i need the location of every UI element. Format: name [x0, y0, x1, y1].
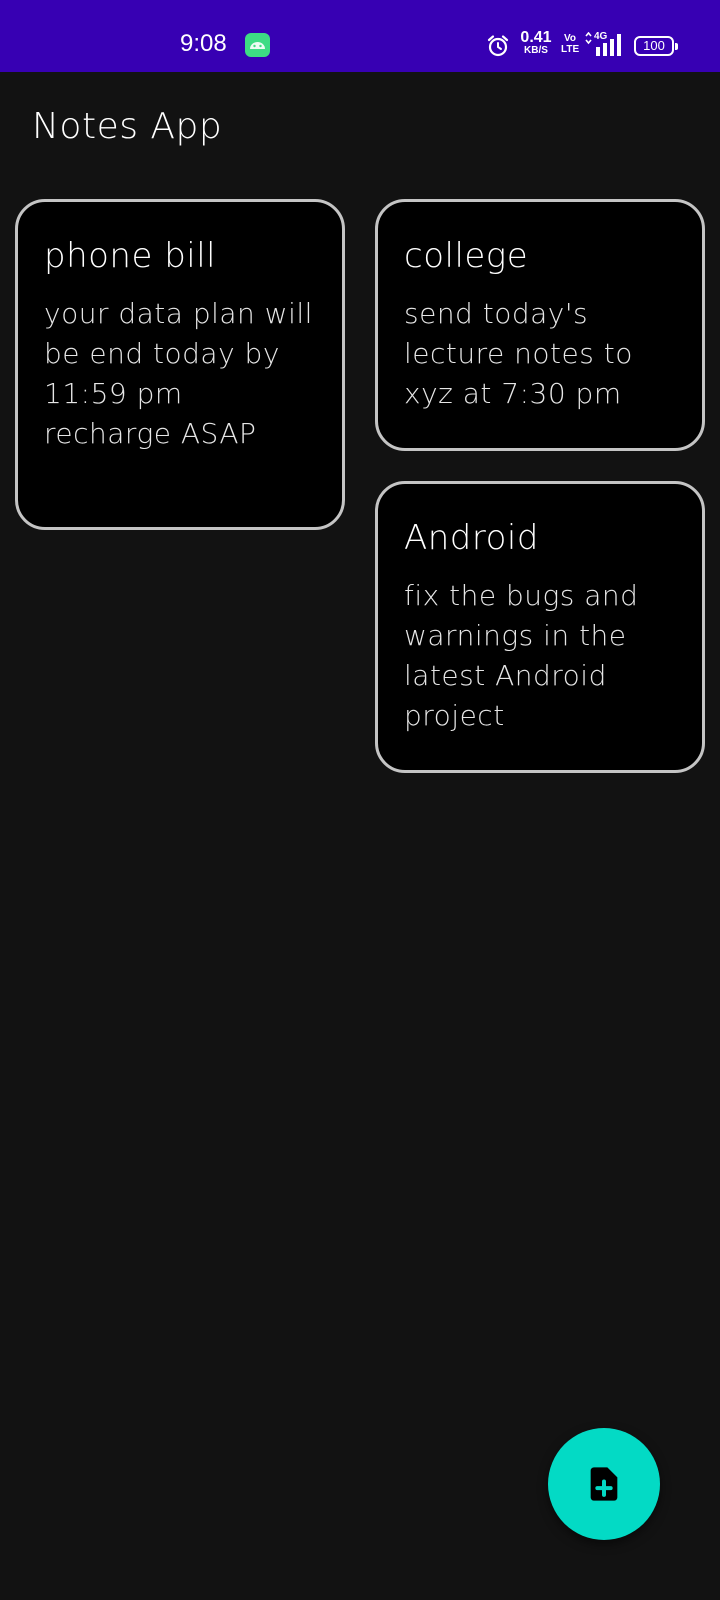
- battery-icon: 100: [634, 36, 678, 56]
- note-body: fix the bugs and warnings in the latest …: [404, 579, 639, 732]
- status-time: 9:08: [180, 30, 227, 57]
- network-speed-unit: KB/S: [524, 45, 548, 56]
- network-type: 4G: [593, 31, 609, 42]
- note-title: phone bill: [44, 236, 217, 276]
- add-note-icon: [590, 1467, 618, 1501]
- note-body: your data plan will be end today by 11:5…: [44, 297, 313, 450]
- note-card[interactable]: phone bill your data plan will be end to…: [15, 199, 345, 530]
- note-title: college: [404, 236, 529, 276]
- android-icon: [245, 33, 270, 57]
- network-speed-value: 0.41: [520, 29, 552, 46]
- volte-bottom: LTE: [561, 43, 580, 55]
- add-note-button[interactable]: [548, 1428, 660, 1540]
- alarm-icon: [486, 34, 510, 58]
- note-card[interactable]: college send today's lecture notes to xy…: [375, 199, 705, 451]
- battery-level: 100: [643, 38, 665, 53]
- signal-icon: 4G: [584, 31, 626, 58]
- note-card[interactable]: Android fix the bugs and warnings in the…: [375, 481, 705, 773]
- page-title: Notes App: [32, 106, 223, 147]
- status-bar: 9:08 0.41 KB/S Vo LTE 4G 100: [0, 0, 720, 72]
- note-body: send today's lecture notes to xyz at 7:3…: [404, 297, 633, 410]
- note-title: Android: [404, 518, 539, 558]
- volte-indicator: Vo LTE: [561, 33, 580, 55]
- volte-top: Vo: [563, 33, 577, 44]
- network-speed: 0.41 KB/S: [518, 30, 554, 56]
